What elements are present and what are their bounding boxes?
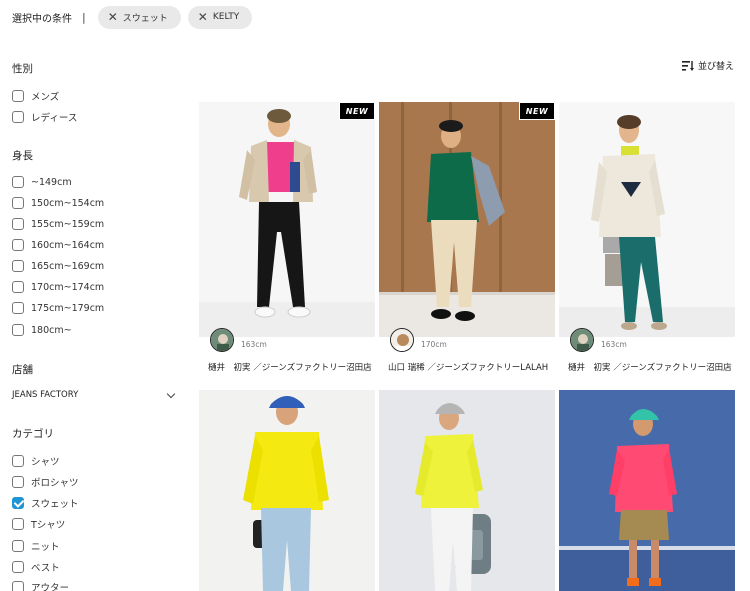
new-badge: NEW xyxy=(339,102,375,120)
separator: | xyxy=(82,10,86,24)
option-label: Tシャツ xyxy=(31,520,66,531)
option-label: メンズ xyxy=(31,92,60,103)
filter-height-1[interactable]: 150cm~154cm xyxy=(12,197,104,209)
chip-label: KELTY xyxy=(212,12,240,22)
filter-height-2[interactable]: 155cm~159cm xyxy=(12,218,104,230)
outfit-photo xyxy=(379,390,555,591)
outfit-photo xyxy=(199,390,375,591)
checkbox[interactable] xyxy=(12,176,24,188)
checkbox[interactable] xyxy=(12,581,24,591)
height-title: 身長 xyxy=(12,150,33,162)
filter-height-7[interactable]: 180cm~ xyxy=(12,324,72,336)
sort-label: 並び替え xyxy=(697,62,734,72)
checkbox[interactable] xyxy=(12,518,24,530)
outfit-photo xyxy=(559,390,735,591)
checkbox[interactable] xyxy=(12,455,24,467)
staff-name[interactable]: 樋井 初実 ／ジーンズファクトリー沼田店 xyxy=(568,361,732,373)
checkbox[interactable] xyxy=(12,218,24,230)
category-title: カテゴリ xyxy=(12,428,54,440)
filter-height-3[interactable]: 160cm~164cm xyxy=(12,239,104,251)
option-label: 155cm~159cm xyxy=(31,218,105,230)
filter-height-5[interactable]: 170cm~174cm xyxy=(12,281,104,293)
filter-category-shirt[interactable]: シャツ xyxy=(12,454,60,468)
store-selected-value: JEANS FACTORY xyxy=(12,390,79,400)
sort-icon xyxy=(681,60,694,71)
chip-label: スウェット xyxy=(122,13,168,24)
checkbox[interactable] xyxy=(12,239,24,251)
staff-name[interactable]: 山口 瑞稀 ／ジーンズファクトリーLALAH xyxy=(388,361,548,373)
option-label: レディース xyxy=(31,113,78,124)
avatar[interactable] xyxy=(570,328,594,352)
option-label: スウェット xyxy=(31,499,79,510)
avatar[interactable] xyxy=(390,328,414,352)
filter-gender-mens[interactable]: メンズ xyxy=(12,89,59,103)
option-label: 160cm~164cm xyxy=(31,239,105,251)
outfit-photo xyxy=(379,102,555,337)
filter-gender-ladies[interactable]: レディース xyxy=(12,110,77,124)
close-icon: ✕ xyxy=(197,10,208,24)
snap-photo[interactable] xyxy=(559,102,735,337)
store-title: 店舗 xyxy=(12,364,33,376)
checkbox[interactable] xyxy=(12,197,24,209)
checkbox[interactable] xyxy=(12,324,24,336)
close-icon: ✕ xyxy=(107,10,118,24)
option-label: 175cm~179cm xyxy=(31,302,105,314)
checkbox[interactable] xyxy=(12,540,24,552)
height-label: 163cm xyxy=(601,340,627,349)
chevron-down-icon xyxy=(166,389,176,398)
filter-category-outer[interactable]: アウター xyxy=(12,580,69,591)
option-label: 165cm~169cm xyxy=(31,260,105,272)
option-label: 150cm~154cm xyxy=(31,197,105,209)
chip-kelty[interactable]: ✕ KELTY xyxy=(187,5,253,29)
new-badge: NEW xyxy=(519,102,555,120)
option-label: シャツ xyxy=(31,457,60,468)
filter-height-4[interactable]: 165cm~169cm xyxy=(12,260,104,272)
filter-height-0[interactable]: ~149cm xyxy=(12,176,72,188)
filter-category-tshirt[interactable]: Tシャツ xyxy=(12,517,65,531)
staff-name[interactable]: 樋井 初実 ／ジーンズファクトリー沼田店 xyxy=(208,361,372,373)
outfit-photo xyxy=(199,102,375,337)
option-label: アウター xyxy=(31,583,70,591)
snap-photo[interactable] xyxy=(379,390,555,591)
snap-photo[interactable]: NEW xyxy=(199,102,375,337)
checkbox[interactable] xyxy=(12,90,24,102)
snap-photo[interactable]: NEW xyxy=(379,102,555,337)
height-label: 163cm xyxy=(241,340,267,349)
filter-category-vest[interactable]: ベスト xyxy=(12,560,60,574)
avatar[interactable] xyxy=(210,328,234,352)
height-label: 170cm xyxy=(421,340,447,349)
checkbox[interactable] xyxy=(12,281,24,293)
snap-photo[interactable] xyxy=(199,390,375,591)
option-label: ベスト xyxy=(31,563,60,574)
option-label: ~149cm xyxy=(31,176,72,188)
filter-category-knit[interactable]: ニット xyxy=(12,539,60,553)
chip-sweat[interactable]: ✕ スウェット xyxy=(97,5,181,29)
store-select[interactable]: JEANS FACTORY xyxy=(12,389,176,400)
option-label: ポロシャツ xyxy=(31,478,79,489)
outfit-photo xyxy=(559,102,735,337)
checkbox[interactable] xyxy=(12,561,24,573)
gender-title: 性別 xyxy=(12,63,33,75)
checkbox-checked[interactable] xyxy=(12,497,24,509)
option-label: ニット xyxy=(31,542,60,553)
snap-photo[interactable] xyxy=(559,390,735,591)
checkbox[interactable] xyxy=(12,260,24,272)
option-label: 180cm~ xyxy=(31,324,72,336)
filter-height-6[interactable]: 175cm~179cm xyxy=(12,302,104,314)
filter-category-polo[interactable]: ポロシャツ xyxy=(12,475,79,489)
filter-category-sweat[interactable]: スウェット xyxy=(12,496,79,510)
selected-conditions-label: 選択中の条件 xyxy=(12,13,72,25)
checkbox[interactable] xyxy=(12,476,24,488)
checkbox[interactable] xyxy=(12,302,24,314)
selected-conditions-bar: 選択中の条件 | ✕ スウェット ✕ KELTY xyxy=(12,5,259,29)
sort-button[interactable]: 並び替え xyxy=(681,59,734,72)
option-label: 170cm~174cm xyxy=(31,281,105,293)
checkbox[interactable] xyxy=(12,111,24,123)
